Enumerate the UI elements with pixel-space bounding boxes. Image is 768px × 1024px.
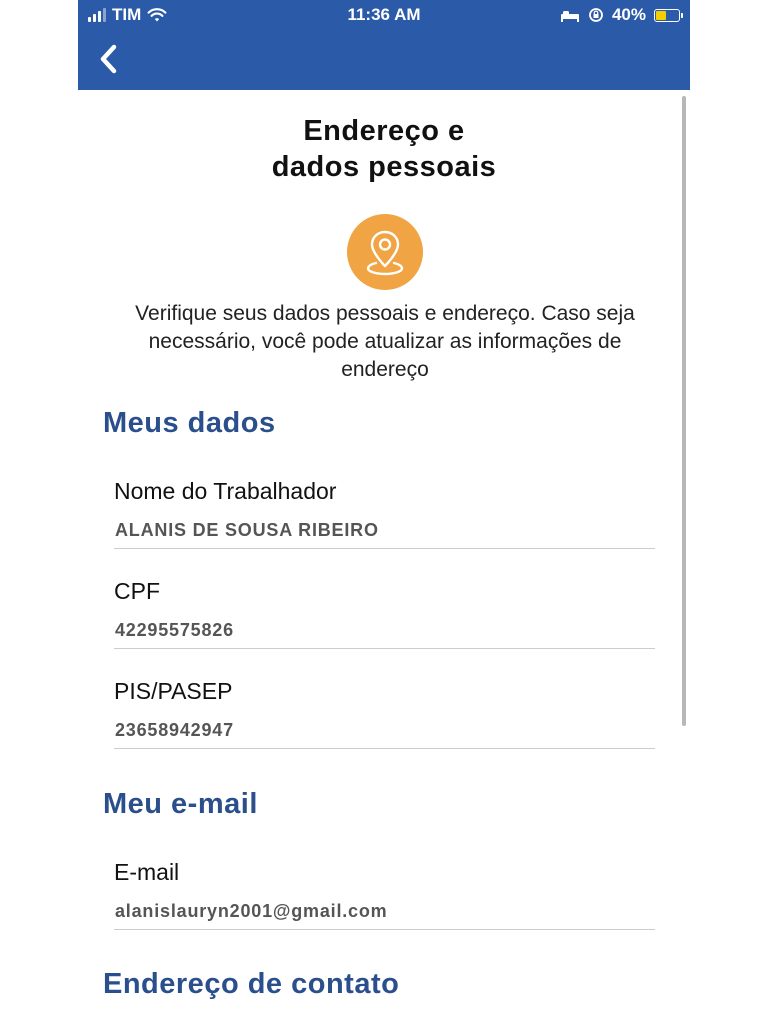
section-title-meus-dados: Meus dados <box>103 407 276 439</box>
field-divider <box>114 548 655 549</box>
status-bar: TIM 11:36 AM 40% <box>78 0 690 30</box>
location-pin-icon <box>366 230 404 276</box>
back-button[interactable] <box>94 42 124 76</box>
battery-percent: 40% <box>611 5 646 24</box>
field-value: 23658942947 <box>115 720 234 740</box>
battery-icon <box>654 8 683 22</box>
bed-icon <box>560 11 579 22</box>
intro-text: Verifique seus dados pessoais e endereço… <box>135 302 635 381</box>
field-value: ALANIS DE SOUSA RIBEIRO <box>115 520 379 540</box>
field-divider <box>114 748 655 749</box>
page-title-line-1: Endereço e <box>303 115 465 147</box>
status-right: 40% <box>560 5 683 25</box>
chevron-left-icon <box>100 44 117 74</box>
field-label: CPF <box>114 578 160 604</box>
field-label: Nome do Trabalhador <box>114 478 337 504</box>
section-title-endereco-contato: Endereço de contato <box>103 968 400 1000</box>
location-badge <box>347 214 423 290</box>
field-value: alanislauryn2001@gmail.com <box>115 901 388 921</box>
field-label: PIS/PASEP <box>114 678 233 704</box>
orientation-lock-icon <box>589 8 603 22</box>
section-title-meu-email: Meu e-mail <box>103 788 258 820</box>
page-title-line-2: dados pessoais <box>271 151 497 183</box>
top-bar: TIM 11:36 AM 40% <box>78 0 690 90</box>
field-label: E-mail <box>114 859 180 885</box>
field-value: 42295575826 <box>115 620 234 640</box>
app-screen: TIM 11:36 AM 40% Endereço e dados pessoa… <box>78 0 690 1024</box>
scrollbar[interactable] <box>682 96 686 726</box>
field-divider <box>114 929 655 930</box>
field-divider <box>114 648 655 649</box>
page-title: Endereço e dados pessoais <box>78 113 690 185</box>
